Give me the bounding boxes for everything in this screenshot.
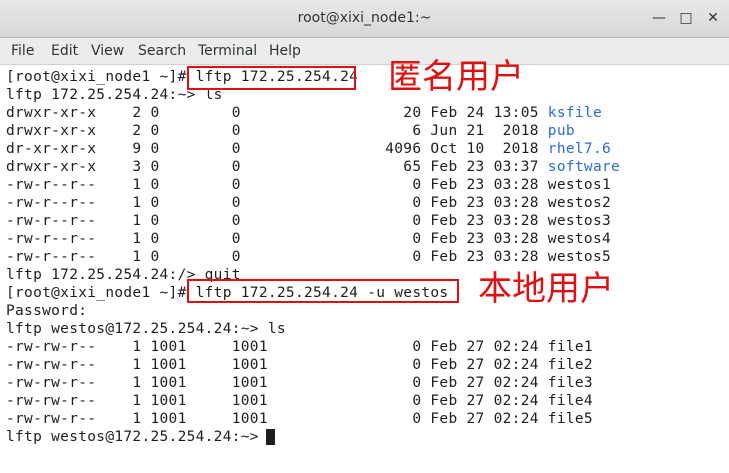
listing-row: -rw-r--r-- 1 0 0 0 Feb 23 03:28 westos5 <box>6 248 611 266</box>
terminal-line: lftp westos@172.25.254.24:~> ls <box>6 321 286 337</box>
file-meta: -rw-r--r-- 1 0 0 0 Feb 23 03:28 <box>6 177 548 193</box>
highlight-box-anonymous <box>187 66 356 90</box>
file-name: westos3 <box>547 213 612 229</box>
file-meta: -rw-rw-r-- 1 1001 1001 0 Feb 27 02:24 <box>6 393 548 409</box>
menu-view[interactable]: View <box>91 43 124 59</box>
file-name: file2 <box>547 357 593 373</box>
file-name: westos2 <box>547 195 612 211</box>
listing-row: -rw-rw-r-- 1 1001 1001 0 Feb 27 02:24 fi… <box>6 410 593 428</box>
file-meta: -rw-rw-r-- 1 1001 1001 0 Feb 27 02:24 <box>6 339 548 355</box>
menu-bar: File Edit View Search Terminal Help <box>0 38 729 65</box>
listing-row: -rw-r--r-- 1 0 0 0 Feb 23 03:28 westos2 <box>6 194 611 212</box>
file-name: software <box>547 159 621 175</box>
annotation-local-user: 本地用户 <box>478 269 614 309</box>
file-meta: -rw-r--r-- 1 0 0 0 Feb 23 03:28 <box>6 249 548 265</box>
file-name: westos4 <box>547 231 612 247</box>
shell-prompt: [root@xixi_node1 ~]# <box>6 69 196 85</box>
file-name: ksfile <box>547 105 602 121</box>
listing-row: -rw-rw-r-- 1 1001 1001 0 Feb 27 02:24 fi… <box>6 392 593 410</box>
file-meta: -rw-r--r-- 1 0 0 0 Feb 23 03:28 <box>6 231 548 247</box>
listing-row: drwxr-xr-x 2 0 0 6 Jun 21 2018 pub <box>6 122 575 140</box>
menu-edit[interactable]: Edit <box>51 43 78 59</box>
listing-row: dr-xr-xr-x 9 0 0 4096 Oct 10 2018 rhel7.… <box>6 140 611 158</box>
listing-row: -rw-r--r-- 1 0 0 0 Feb 23 03:28 westos3 <box>6 212 611 230</box>
maximize-icon[interactable]: □ <box>677 9 695 27</box>
annotation-anonymous-user: 匿名用户 <box>388 57 524 97</box>
highlight-box-local <box>187 279 459 303</box>
shell-prompt: [root@xixi_node1 ~]# <box>6 285 196 301</box>
menu-help[interactable]: Help <box>269 43 301 59</box>
file-meta: -rw-r--r-- 1 0 0 0 Feb 23 03:28 <box>6 213 548 229</box>
window-title: root@xixi_node1:~ <box>297 10 432 26</box>
file-name: rhel7.6 <box>547 141 612 157</box>
listing-row: drwxr-xr-x 3 0 0 65 Feb 23 03:37 softwar… <box>6 158 620 176</box>
file-meta: dr-xr-xr-x 9 0 0 4096 Oct 10 2018 <box>6 141 548 157</box>
close-icon[interactable]: ✕ <box>704 9 722 27</box>
file-meta: drwxr-xr-x 3 0 0 65 Feb 23 03:37 <box>6 159 548 175</box>
listing-row: -rw-rw-r-- 1 1001 1001 0 Feb 27 02:24 fi… <box>6 356 593 374</box>
listing-row: -rw-rw-r-- 1 1001 1001 0 Feb 27 02:24 fi… <box>6 338 593 356</box>
file-meta: -rw-rw-r-- 1 1001 1001 0 Feb 27 02:24 <box>6 411 548 427</box>
file-meta: drwxr-xr-x 2 0 0 6 Jun 21 2018 <box>6 123 548 139</box>
terminal-line: lftp westos@172.25.254.24:~> <box>6 428 268 446</box>
title-bar: root@xixi_node1:~ — □ ✕ <box>0 0 729 38</box>
file-name: pub <box>547 123 575 139</box>
file-name: westos5 <box>547 249 612 265</box>
listing-row: -rw-r--r-- 1 0 0 0 Feb 23 03:28 westos1 <box>6 176 611 194</box>
file-name: file5 <box>547 411 593 427</box>
text-cursor <box>266 429 275 445</box>
file-meta: drwxr-xr-x 2 0 0 20 Feb 24 13:05 <box>6 105 548 121</box>
minimize-icon[interactable]: — <box>650 9 668 27</box>
file-name: file3 <box>547 375 593 391</box>
menu-file[interactable]: File <box>11 43 34 59</box>
final-prompt: lftp westos@172.25.254.24:~> <box>6 429 268 445</box>
listing-row: -rw-r--r-- 1 0 0 0 Feb 23 03:28 westos4 <box>6 230 611 248</box>
menu-search[interactable]: Search <box>138 43 186 59</box>
file-name: westos1 <box>547 177 612 193</box>
listing-row: -rw-rw-r-- 1 1001 1001 0 Feb 27 02:24 fi… <box>6 374 593 392</box>
file-meta: -rw-r--r-- 1 0 0 0 Feb 23 03:28 <box>6 195 548 211</box>
listing-row: drwxr-xr-x 2 0 0 20 Feb 24 13:05 ksfile <box>6 104 602 122</box>
file-name: file4 <box>547 393 593 409</box>
terminal-area[interactable]: [root@xixi_node1 ~]# lftp 172.25.254.24 … <box>0 59 729 473</box>
menu-terminal[interactable]: Terminal <box>198 43 257 59</box>
file-name: file1 <box>547 339 593 355</box>
file-meta: -rw-rw-r-- 1 1001 1001 0 Feb 27 02:24 <box>6 357 548 373</box>
password-line: Password: <box>6 303 88 319</box>
file-meta: -rw-rw-r-- 1 1001 1001 0 Feb 27 02:24 <box>6 375 548 391</box>
